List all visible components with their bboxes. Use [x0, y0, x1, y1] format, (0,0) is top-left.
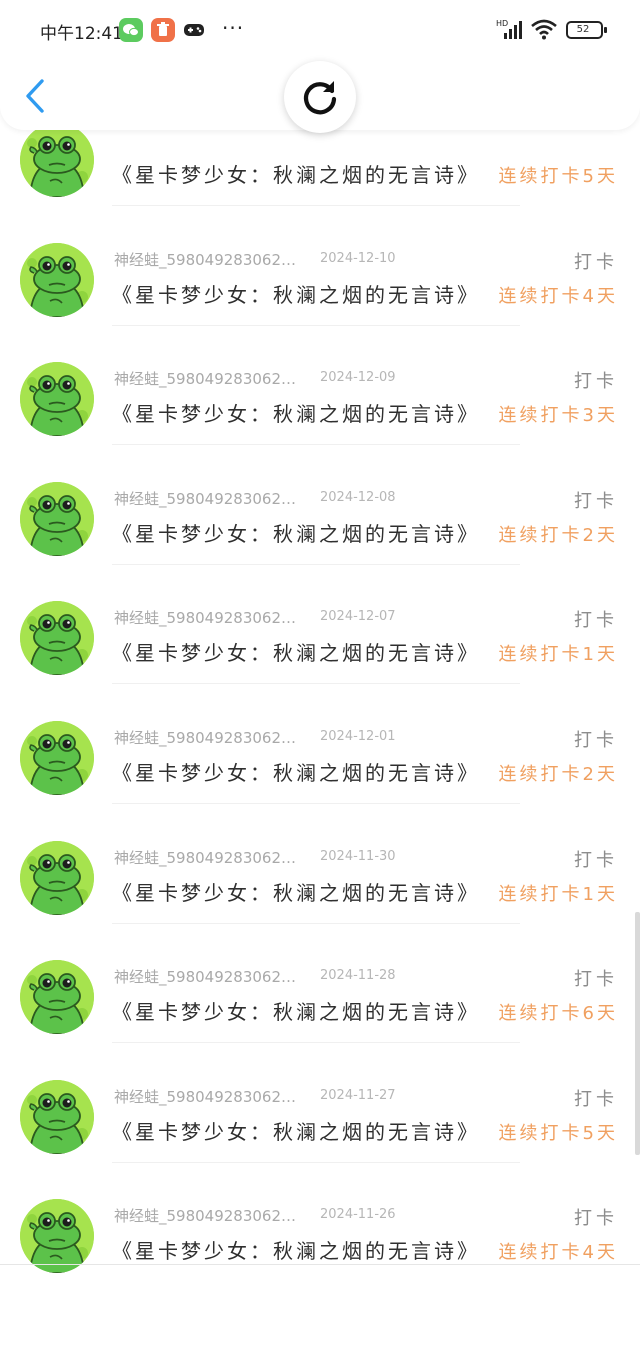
row-divider: [112, 683, 520, 684]
checkin-record-row[interactable]: 神经蛙_598049283062… 2024-11-30 打卡《星卡梦少女：秋澜之烟…: [0, 805, 640, 924]
row-divider: [112, 444, 520, 445]
record-tag: 打卡: [574, 1089, 618, 1110]
record-username: 神经蛙_598049283062…: [114, 1207, 296, 1225]
refresh-button[interactable]: [284, 61, 356, 133]
record-date: 2024-11-26: [320, 1207, 396, 1222]
record-username: 神经蛙_598049283062…: [114, 370, 296, 388]
row-divider: [112, 803, 520, 804]
record-username: 神经蛙_598049283062…: [114, 729, 296, 747]
row-divider: [112, 205, 520, 206]
battery-icon: 52: [566, 21, 608, 39]
refresh-icon: [303, 81, 337, 115]
more-notifications-icon: ···: [222, 16, 245, 40]
record-date: 2024-12-01: [320, 729, 396, 744]
scrollbar[interactable]: [635, 912, 640, 1155]
checkin-record-row[interactable]: 神经蛙_598049283062… 2024-12-09 打卡《星卡梦少女：秋澜之烟…: [0, 326, 640, 445]
record-tag: 打卡: [574, 252, 618, 273]
record-streak: 连续打卡2天: [498, 525, 618, 546]
record-title: 《星卡梦少女：秋澜之烟的无言诗》: [112, 163, 480, 187]
record-title: 《星卡梦少女：秋澜之烟的无言诗》: [112, 1000, 480, 1024]
record-title: 《星卡梦少女：秋澜之烟的无言诗》: [112, 283, 480, 307]
record-tag: 打卡: [574, 730, 618, 751]
record-username: 神经蛙_598049283062…: [114, 609, 296, 627]
checkin-record-row[interactable]: 神经蛙_598049283062… 2024-12-10 打卡《星卡梦少女：秋澜之烟…: [0, 207, 640, 326]
back-button[interactable]: [18, 76, 54, 116]
status-time: 中午12:41: [40, 24, 123, 44]
record-date: 2024-11-30: [320, 849, 396, 864]
record-streak: 连续打卡5天: [498, 1123, 618, 1144]
record-streak: 连续打卡2天: [498, 764, 618, 785]
gamepad-icon: [182, 18, 206, 42]
record-streak: 连续打卡3天: [498, 405, 618, 426]
record-tag: 打卡: [574, 969, 618, 990]
record-tag: 打卡: [574, 491, 618, 512]
record-username: 神经蛙_598049283062…: [114, 1088, 296, 1106]
record-streak: 连续打卡6天: [498, 1003, 618, 1024]
record-streak: 连续打卡1天: [498, 884, 618, 905]
record-date: 2024-12-07: [320, 609, 396, 624]
frog-avatar[interactable]: [20, 482, 94, 556]
record-date: 2024-12-09: [320, 370, 396, 385]
record-title: 《星卡梦少女：秋澜之烟的无言诗》: [112, 881, 480, 905]
signal-icon: HD: [496, 18, 524, 44]
checkin-record-row[interactable]: 神经蛙_598049283062… 2024-11-27 打卡《星卡梦少女：秋澜之烟…: [0, 1044, 640, 1163]
battery-level: 52: [576, 24, 590, 35]
frog-avatar[interactable]: [20, 1080, 94, 1154]
frog-avatar[interactable]: [20, 960, 94, 1034]
status-bar: 中午12:41 ··· HD 52: [0, 0, 640, 60]
wifi-icon: [530, 18, 558, 44]
frog-avatar[interactable]: [20, 243, 94, 317]
record-title: 《星卡梦少女：秋澜之烟的无言诗》: [112, 522, 480, 546]
frog-avatar[interactable]: [20, 601, 94, 675]
frog-avatar[interactable]: [20, 841, 94, 915]
record-date: 2024-11-28: [320, 968, 396, 983]
record-title: 《星卡梦少女：秋澜之烟的无言诗》: [112, 1239, 480, 1263]
wechat-icon: [119, 18, 143, 42]
record-username: 神经蛙_598049283062…: [114, 490, 296, 508]
record-tag: 打卡: [574, 371, 618, 392]
record-tag: 打卡: [574, 610, 618, 631]
record-username: 神经蛙_598049283062…: [114, 251, 296, 269]
checkin-record-row[interactable]: 神经蛙_598049283062… 2024-12-07 打卡《星卡梦少女：秋澜之烟…: [0, 565, 640, 684]
record-title: 《星卡梦少女：秋澜之烟的无言诗》: [112, 641, 480, 665]
record-streak: 连续打卡5天: [498, 166, 618, 187]
frog-avatar[interactable]: [20, 362, 94, 436]
chevron-left-icon: [26, 79, 44, 113]
svg-text:HD: HD: [496, 19, 508, 28]
frog-avatar[interactable]: [20, 721, 94, 795]
record-title: 《星卡梦少女：秋澜之烟的无言诗》: [112, 1120, 480, 1144]
record-username: 神经蛙_598049283062…: [114, 968, 296, 986]
record-date: 2024-11-27: [320, 1088, 396, 1103]
list-end-divider: [0, 1264, 640, 1265]
record-username: 神经蛙_598049283062…: [114, 849, 296, 867]
row-divider: [112, 1042, 520, 1043]
record-tag: 打卡: [574, 1208, 618, 1229]
checkin-record-row[interactable]: 神经蛙_598049283062… 2024-12-08 打卡《星卡梦少女：秋澜之烟…: [0, 446, 640, 565]
record-streak: 连续打卡4天: [498, 1242, 618, 1263]
record-streak: 连续打卡4天: [498, 286, 618, 307]
record-tag: 打卡: [574, 850, 618, 871]
checkin-record-row[interactable]: 神经蛙_598049283062… 2024-12-01 打卡《星卡梦少女：秋澜之烟…: [0, 685, 640, 804]
record-title: 《星卡梦少女：秋澜之烟的无言诗》: [112, 402, 480, 426]
frog-avatar[interactable]: [20, 1199, 94, 1273]
trash-app-icon: [151, 18, 175, 42]
record-date: 2024-12-10: [320, 251, 396, 266]
checkin-record-row[interactable]: 神经蛙_598049283062… 2024-11-28 打卡《星卡梦少女：秋澜之烟…: [0, 924, 640, 1043]
record-date: 2024-12-08: [320, 490, 396, 505]
frog-avatar[interactable]: [20, 123, 94, 197]
record-title: 《星卡梦少女：秋澜之烟的无言诗》: [112, 761, 480, 785]
record-streak: 连续打卡1天: [498, 644, 618, 665]
